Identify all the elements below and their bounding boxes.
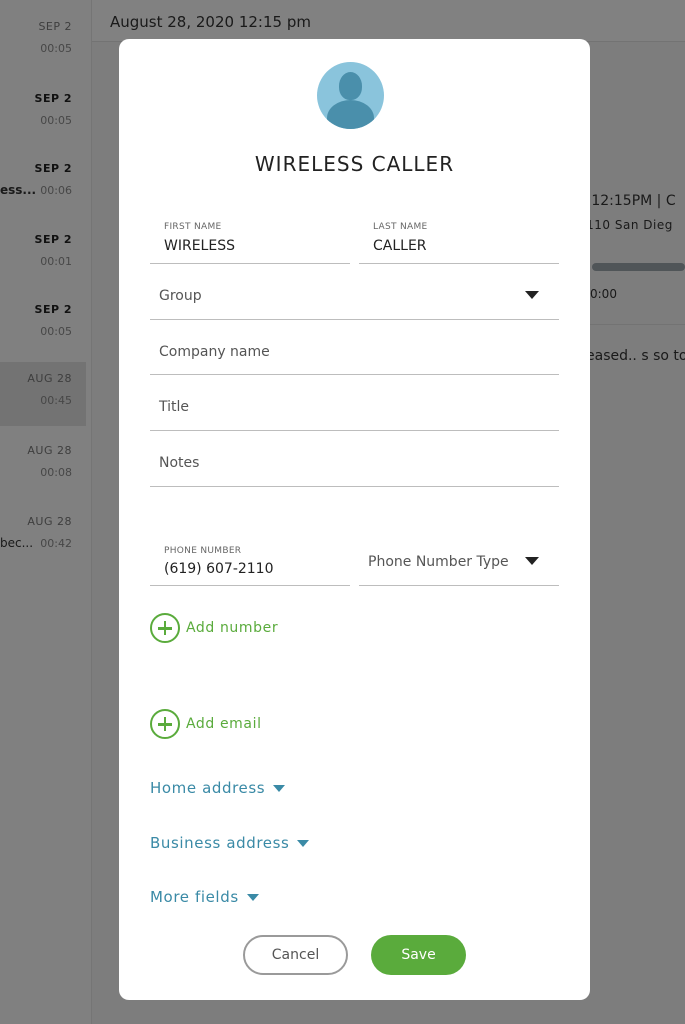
avatar	[317, 62, 384, 129]
add-number-label: Add number	[186, 620, 279, 636]
phone-number-field[interactable]: PHONE NUMBER (619) 607-2110	[150, 533, 350, 586]
chevron-down-icon	[297, 839, 310, 847]
more-fields-expander[interactable]: More fields	[150, 886, 259, 908]
chevron-down-icon	[525, 557, 539, 565]
last-name-value: CALLER	[373, 238, 427, 254]
phone-number-label: PHONE NUMBER	[164, 546, 242, 556]
phone-number-type-select[interactable]: Phone Number Type	[359, 533, 559, 586]
avatar-head-shape	[339, 72, 362, 100]
business-address-expander[interactable]: Business address	[150, 832, 310, 854]
first-name-field[interactable]: FIRST NAME WIRELESS	[150, 211, 350, 264]
notes-input[interactable]: Notes	[150, 440, 559, 487]
add-email-button[interactable]: Add email	[150, 708, 262, 740]
phone-type-placeholder: Phone Number Type	[368, 554, 509, 570]
group-placeholder: Group	[159, 288, 202, 304]
contact-title: WIRELESS CALLER	[254, 152, 455, 176]
first-name-value: WIRELESS	[164, 238, 235, 254]
add-number-button[interactable]: Add number	[150, 612, 278, 644]
group-select[interactable]: Group	[150, 275, 559, 320]
save-button[interactable]: Save	[371, 935, 466, 975]
title-placeholder: Title	[159, 399, 190, 415]
phone-number-value: (619) 607-2110	[164, 561, 274, 577]
add-email-label: Add email	[186, 716, 262, 732]
notes-placeholder: Notes	[159, 455, 200, 471]
title-input[interactable]: Title	[150, 385, 559, 431]
plus-circle-icon	[150, 709, 180, 739]
more-fields-label: More fields	[150, 888, 239, 906]
plus-circle-icon	[150, 613, 180, 643]
chevron-down-icon	[273, 784, 286, 792]
chevron-down-icon	[246, 893, 259, 901]
first-name-label: FIRST NAME	[164, 222, 222, 232]
last-name-label: LAST NAME	[373, 222, 428, 232]
home-address-expander[interactable]: Home address	[150, 777, 286, 799]
company-name-input[interactable]: Company name	[150, 329, 559, 375]
company-placeholder: Company name	[159, 344, 270, 360]
cancel-button[interactable]: Cancel	[243, 935, 348, 975]
contact-edit-dialog: WIRELESS CALLER FIRST NAME WIRELESS LAST…	[119, 39, 590, 1000]
business-address-label: Business address	[150, 834, 290, 852]
avatar-body-shape	[327, 100, 374, 129]
last-name-field[interactable]: LAST NAME CALLER	[359, 211, 559, 264]
home-address-label: Home address	[150, 779, 266, 797]
chevron-down-icon	[525, 291, 539, 299]
